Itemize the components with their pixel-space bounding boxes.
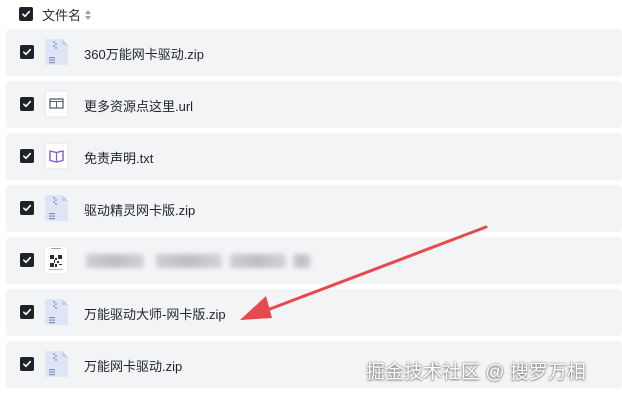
row-checkbox[interactable] xyxy=(20,97,34,111)
redacted-file-name xyxy=(86,254,144,268)
file-row[interactable]: 万能驱动大师-网卡版.zip xyxy=(6,289,622,336)
file-row[interactable]: 驱动精灵网卡版.zip xyxy=(6,185,622,232)
sort-icon[interactable] xyxy=(84,9,92,21)
redacted-file-name xyxy=(293,254,311,268)
filename-column-header[interactable]: 文件名 xyxy=(42,5,92,24)
select-all-checkbox[interactable] xyxy=(19,7,33,21)
redacted-file-name xyxy=(156,254,222,268)
file-name[interactable]: 免责声明.txt xyxy=(84,148,153,167)
file-row[interactable]: 免责声明.txt xyxy=(6,133,622,180)
file-name[interactable]: 更多资源点这里.url xyxy=(84,96,193,115)
file-name[interactable]: 万能网卡驱动.zip xyxy=(84,356,182,375)
zip-file-icon xyxy=(45,39,68,65)
redacted-file-name xyxy=(230,254,286,268)
row-checkbox[interactable] xyxy=(20,149,34,163)
zip-file-icon xyxy=(45,351,68,377)
row-checkbox[interactable] xyxy=(20,201,34,215)
row-checkbox[interactable] xyxy=(20,305,34,319)
file-name[interactable]: 360万能网卡驱动.zip xyxy=(84,44,204,63)
url-file-icon xyxy=(44,90,69,118)
file-row[interactable] xyxy=(6,237,622,284)
file-list-header: 文件名 xyxy=(0,0,622,28)
zip-file-icon xyxy=(45,299,68,325)
filename-column-label: 文件名 xyxy=(42,8,82,23)
row-checkbox[interactable] xyxy=(20,253,34,267)
row-checkbox[interactable] xyxy=(20,45,34,59)
zip-file-icon xyxy=(45,195,68,221)
file-name[interactable]: 驱动精灵网卡版.zip xyxy=(84,200,195,219)
txt-file-icon xyxy=(44,142,69,170)
file-row[interactable]: 更多资源点这里.url xyxy=(6,81,622,128)
qr-image-thumbnail-icon xyxy=(43,246,69,274)
file-name[interactable]: 万能驱动大师-网卡版.zip xyxy=(84,304,226,323)
watermark: 掘金技术社区 @ 搜罗万相 xyxy=(366,362,586,383)
row-checkbox[interactable] xyxy=(20,357,34,371)
file-row[interactable]: 360万能网卡驱动.zip xyxy=(6,29,622,76)
